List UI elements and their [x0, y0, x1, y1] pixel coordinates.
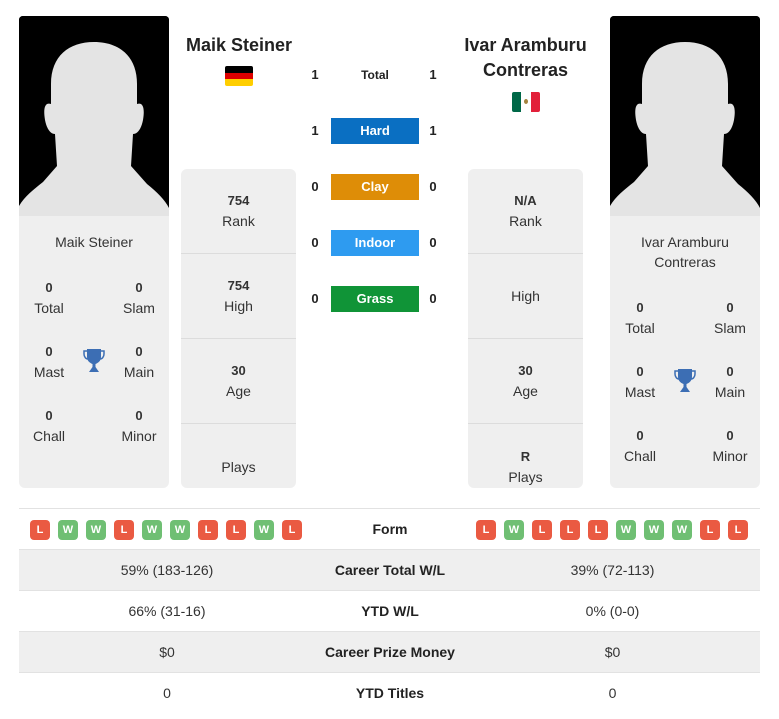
titles-main: 0 Main — [714, 364, 746, 400]
titles-minor: 0 Minor — [121, 408, 157, 444]
player-card-name[interactable]: Maik Steiner — [19, 232, 169, 252]
stat-plays: R Plays — [508, 448, 543, 485]
form-win-badge[interactable]: W — [616, 520, 636, 540]
form-loss-badge[interactable]: L — [728, 520, 748, 540]
form-win-badge[interactable]: W — [86, 520, 106, 540]
surface-clay-badge[interactable]: Clay — [331, 174, 419, 200]
right-value: 39% (72-113) — [570, 562, 655, 578]
titles-slam: 0 Slam — [123, 280, 155, 316]
stat-high: 754 High — [181, 254, 296, 339]
form-loss-badge[interactable]: L — [198, 520, 218, 540]
left-value: 0 — [163, 685, 171, 701]
table-row: $0 Career Prize Money $0 — [19, 631, 760, 672]
stat-age: 30 Age — [468, 339, 583, 424]
form-win-badge[interactable]: W — [672, 520, 692, 540]
form-row: LWWLWWLLWL Form LWLLLWWWLL — [19, 508, 760, 549]
left-value: $0 — [159, 644, 175, 660]
stat-plays: Plays — [221, 458, 256, 475]
row-label: YTD Titles — [355, 685, 425, 701]
h2h-indoor: 0 Indoor 0 — [300, 230, 460, 256]
table-row: 66% (31-16) YTD W/L 0% (0-0) — [19, 590, 760, 631]
h2h-total: 1 Total 1 — [300, 63, 460, 87]
form-loss-badge[interactable]: L — [588, 520, 608, 540]
silhouette-icon — [19, 16, 169, 216]
player-name-left[interactable]: Maik Steiner — [170, 33, 308, 58]
right-value: 0% (0-0) — [585, 603, 640, 619]
form-loss-badge[interactable]: L — [560, 520, 580, 540]
titles-minor: 0 Minor — [712, 428, 748, 464]
row-label: Career Prize Money — [325, 644, 455, 660]
row-label: Career Total W/L — [334, 562, 446, 578]
form-left: LWWLWWLLWL — [30, 520, 302, 540]
table-row: 0 YTD Titles 0 — [19, 672, 760, 713]
h2h-hard: 1 Hard 1 — [300, 118, 460, 144]
form-loss-badge[interactable]: L — [226, 520, 246, 540]
comparison-table: LWWLWWLLWL Form LWLLLWWWLL 59% (183-126)… — [19, 508, 760, 713]
table-row: 59% (183-126) Career Total W/L 39% (72-1… — [19, 549, 760, 590]
titles-total: 0 Total — [34, 280, 64, 316]
player-photo-right — [610, 16, 760, 216]
surface-grass-badge[interactable]: Grass — [331, 286, 419, 312]
form-right: LWLLLWWWLL — [476, 520, 748, 540]
trophy-icon — [83, 348, 105, 374]
germany-flag-icon — [225, 66, 253, 86]
right-value: $0 — [604, 644, 621, 660]
player-card-left: Maik Steiner 0 Total 0 Slam 0 Mast 0 Main 0C… — [19, 216, 169, 488]
surface-hard-badge[interactable]: Hard — [331, 118, 419, 144]
form-loss-badge[interactable]: L — [114, 520, 134, 540]
row-label: YTD W/L — [361, 603, 419, 619]
form-loss-badge[interactable]: L — [700, 520, 720, 540]
h2h-grass: 0 Grass 0 — [300, 286, 460, 312]
stat-high: High — [468, 254, 583, 339]
h2h-clay: 0 Clay 0 — [300, 174, 460, 200]
titles-chall: 0 Chall — [33, 408, 65, 444]
surface-total-label: Total — [361, 68, 389, 82]
player-name-right[interactable]: Ivar Aramburu Contreras — [455, 33, 596, 83]
titles-mast: 0 Mast — [624, 364, 656, 400]
form-win-badge[interactable]: W — [504, 520, 524, 540]
player-stats-left: 754 Rank 754 High 30 Age Plays — [181, 169, 296, 488]
player-photo-left — [19, 16, 169, 216]
form-loss-badge[interactable]: L — [476, 520, 496, 540]
form-win-badge[interactable]: W — [142, 520, 162, 540]
player-card-name[interactable]: Ivar Aramburu Contreras — [610, 232, 760, 272]
trophy-icon — [674, 368, 696, 394]
form-loss-badge[interactable]: L — [282, 520, 302, 540]
form-win-badge[interactable]: W — [254, 520, 274, 540]
left-value: 59% (183-126) — [120, 562, 214, 578]
mexico-flag-icon — [512, 92, 540, 112]
titles-main: 0 Main — [123, 344, 155, 380]
form-loss-badge[interactable]: L — [532, 520, 552, 540]
right-value: 0 — [608, 685, 617, 701]
player-stats-right: N/A Rank High 30 Age R Plays — [468, 169, 583, 488]
titles-chall: 0 Chall — [624, 428, 656, 464]
form-label: Form — [372, 521, 408, 537]
form-win-badge[interactable]: W — [170, 520, 190, 540]
left-value: 66% (31-16) — [128, 603, 206, 619]
form-win-badge[interactable]: W — [58, 520, 78, 540]
stat-rank: N/A Rank — [468, 169, 583, 254]
stat-rank: 754 Rank — [181, 169, 296, 254]
titles-total: 0 Total — [625, 300, 655, 336]
silhouette-icon — [610, 16, 760, 216]
titles-slam: 0 Slam — [714, 300, 746, 336]
player-card-right: Ivar Aramburu Contreras 0 Total 0 Slam 0 Ma… — [610, 216, 760, 488]
form-loss-badge[interactable]: L — [30, 520, 50, 540]
form-win-badge[interactable]: W — [644, 520, 664, 540]
stat-age: 30 Age — [181, 339, 296, 424]
surface-indoor-badge[interactable]: Indoor — [331, 230, 419, 256]
titles-mast: 0 Mast — [33, 344, 65, 380]
